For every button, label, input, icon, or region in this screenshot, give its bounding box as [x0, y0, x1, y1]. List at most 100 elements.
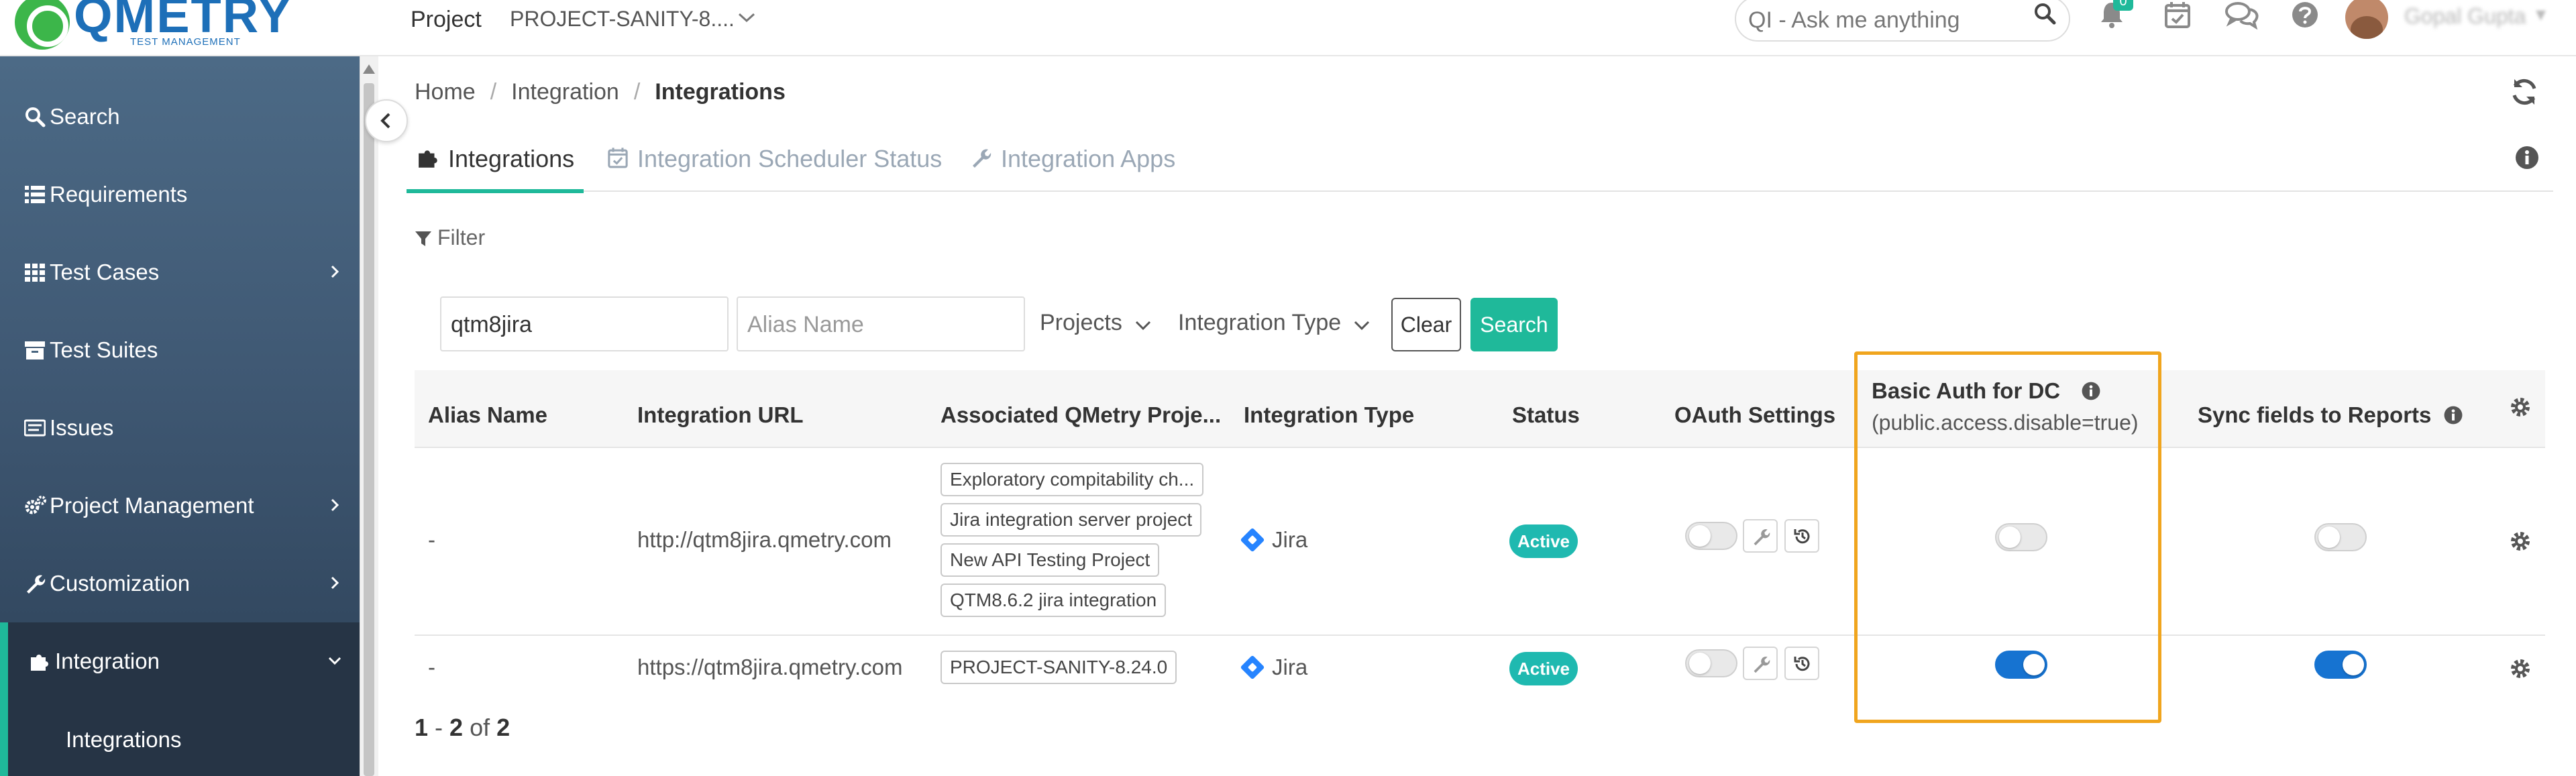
avatar[interactable]	[2345, 0, 2388, 39]
project-selector[interactable]: PROJECT-SANITY-8....	[510, 7, 735, 32]
filter-toggle[interactable]: Filter	[415, 225, 485, 250]
sidebar-item-label: Test Cases	[50, 260, 160, 284]
chevron-down-icon	[1135, 321, 1150, 331]
column-header-integration-type[interactable]: Integration Type	[1244, 402, 1414, 428]
chevron-down-icon[interactable]	[737, 7, 757, 30]
calendar-check-icon[interactable]	[2163, 0, 2198, 35]
sync-fields-header-label: Sync fields to Reports	[2198, 402, 2432, 427]
tab-integration-scheduler-status[interactable]: Integration Scheduler Status	[596, 131, 945, 192]
user-name[interactable]: Gopal Gupta	[2404, 4, 2526, 29]
row-divider	[415, 634, 2545, 636]
cell-integration-url[interactable]: http://qtm8jira.qmetry.com	[637, 527, 892, 553]
oauth-history-button[interactable]	[1784, 519, 1819, 553]
breadcrumb: Home / Integration / Integrations	[415, 79, 786, 105]
tab-integrations[interactable]: Integrations	[407, 131, 584, 193]
sidebar: Search Requirements Test Cases Test Suit…	[0, 56, 360, 776]
wrench-icon	[970, 146, 994, 170]
puzzle-icon	[30, 651, 51, 672]
tab-label: Integrations	[448, 145, 575, 172]
integration-type-label: Jira	[1272, 655, 1308, 679]
info-icon[interactable]	[2443, 405, 2463, 425]
sidebar-item-customization[interactable]: Customization	[0, 545, 360, 622]
project-tag: PROJECT-SANITY-8.24.0	[941, 651, 1177, 684]
sidebar-item-requirements[interactable]: Requirements	[0, 156, 360, 233]
oauth-configure-button[interactable]	[1743, 647, 1778, 680]
column-header-associated-projects[interactable]: Associated QMetry Proje...	[941, 402, 1221, 428]
collapse-sidebar-button[interactable]	[365, 99, 408, 142]
scroll-up-arrow-icon[interactable]	[363, 64, 375, 74]
column-header-sync-fields[interactable]: Sync fields to Reports	[2198, 402, 2463, 428]
sidebar-subitem-label: Integrations	[66, 727, 182, 752]
sidebar-item-integration[interactable]: Integration	[0, 622, 360, 700]
puzzle-icon	[417, 146, 441, 170]
sidebar-item-test-cases[interactable]: Test Cases	[0, 233, 360, 311]
logo-subtext: TEST MANAGEMENT	[130, 36, 241, 48]
filter-icon	[415, 231, 431, 246]
column-settings-gear-icon[interactable]	[2509, 396, 2532, 419]
sync-fields-toggle[interactable]	[2314, 651, 2367, 679]
breadcrumb-separator: /	[633, 79, 641, 105]
chevron-down-icon	[326, 649, 343, 667]
column-header-integration-url[interactable]: Integration URL	[637, 402, 803, 428]
basic-auth-toggle[interactable]	[1995, 651, 2047, 679]
integration-url-input[interactable]	[451, 311, 719, 338]
logo-text: QMETRY	[74, 0, 292, 43]
sidebar-subitem-integrations[interactable]: Integrations	[0, 700, 360, 776]
cell-integration-url[interactable]: https://qtm8jira.qmetry.com	[637, 655, 903, 680]
sidebar-item-search[interactable]: Search	[0, 78, 360, 156]
archive-icon	[24, 339, 46, 361]
alias-name-input[interactable]	[747, 311, 1016, 338]
oauth-history-button[interactable]	[1784, 647, 1819, 680]
breadcrumb-integration[interactable]: Integration	[511, 79, 619, 105]
jira-icon	[1240, 527, 1265, 553]
cogs-icon	[24, 495, 46, 516]
list-icon	[24, 184, 46, 205]
pagination-start: 1	[415, 714, 429, 741]
column-header-alias-name[interactable]: Alias Name	[428, 402, 547, 428]
status-badge: Active	[1509, 652, 1578, 685]
ai-search-input[interactable]	[1748, 7, 2017, 34]
search-button[interactable]: Search	[1470, 298, 1558, 351]
sidebar-item-issues[interactable]: Issues	[0, 389, 360, 467]
user-menu-caret-icon[interactable]: ▾	[2536, 3, 2546, 26]
wrench-icon	[1754, 529, 1770, 546]
sidebar-item-label: Test Suites	[50, 337, 158, 362]
pagination-end: 2	[449, 714, 464, 741]
chat-icon[interactable]	[2224, 0, 2259, 35]
oauth-configure-button[interactable]	[1743, 519, 1778, 553]
bell-icon[interactable]: 0	[2097, 0, 2133, 35]
sidebar-item-label: Search	[50, 104, 120, 129]
breadcrumb-current: Integrations	[655, 79, 786, 105]
sync-fields-toggle[interactable]	[2314, 523, 2367, 551]
sidebar-item-test-suites[interactable]: Test Suites	[0, 311, 360, 389]
search-icon[interactable]	[2033, 1, 2057, 29]
tab-integration-apps[interactable]: Integration Apps	[959, 131, 1181, 192]
breadcrumb-home[interactable]: Home	[415, 79, 476, 105]
chevron-down-icon	[1354, 321, 1370, 331]
row-settings-gear-icon[interactable]	[2509, 530, 2532, 553]
oauth-toggle[interactable]	[1685, 649, 1737, 677]
wrench-icon	[24, 573, 46, 594]
projects-dropdown[interactable]: Projects	[1040, 310, 1152, 336]
logo-mark	[15, 0, 70, 50]
clear-button[interactable]: Clear	[1391, 298, 1461, 351]
column-header-basic-auth[interactable]: Basic Auth for DC	[1872, 378, 2101, 404]
refresh-icon[interactable]	[2509, 76, 2540, 107]
integration-type-dropdown[interactable]: Integration Type	[1178, 310, 1371, 336]
alias-name-filter[interactable]	[737, 296, 1025, 351]
column-header-status[interactable]: Status	[1512, 402, 1580, 428]
basic-auth-toggle[interactable]	[1995, 523, 2047, 551]
calendar-check-icon	[606, 146, 631, 170]
ai-search-box[interactable]	[1735, 0, 2070, 42]
qmetry-logo[interactable]: QMETRY TEST MANAGEMENT	[12, 0, 291, 54]
scrollbar-thumb[interactable]	[364, 83, 374, 776]
integration-type-jira: Jira	[1240, 527, 1307, 553]
column-header-oauth-settings[interactable]: OAuth Settings	[1674, 402, 1835, 428]
oauth-toggle[interactable]	[1685, 522, 1737, 550]
row-settings-gear-icon[interactable]	[2509, 657, 2532, 680]
integration-url-filter[interactable]	[440, 296, 729, 351]
help-icon[interactable]	[2290, 0, 2325, 35]
cell-alias: -	[428, 527, 435, 552]
sidebar-item-project-management[interactable]: Project Management	[0, 467, 360, 545]
info-icon[interactable]	[2081, 381, 2101, 401]
